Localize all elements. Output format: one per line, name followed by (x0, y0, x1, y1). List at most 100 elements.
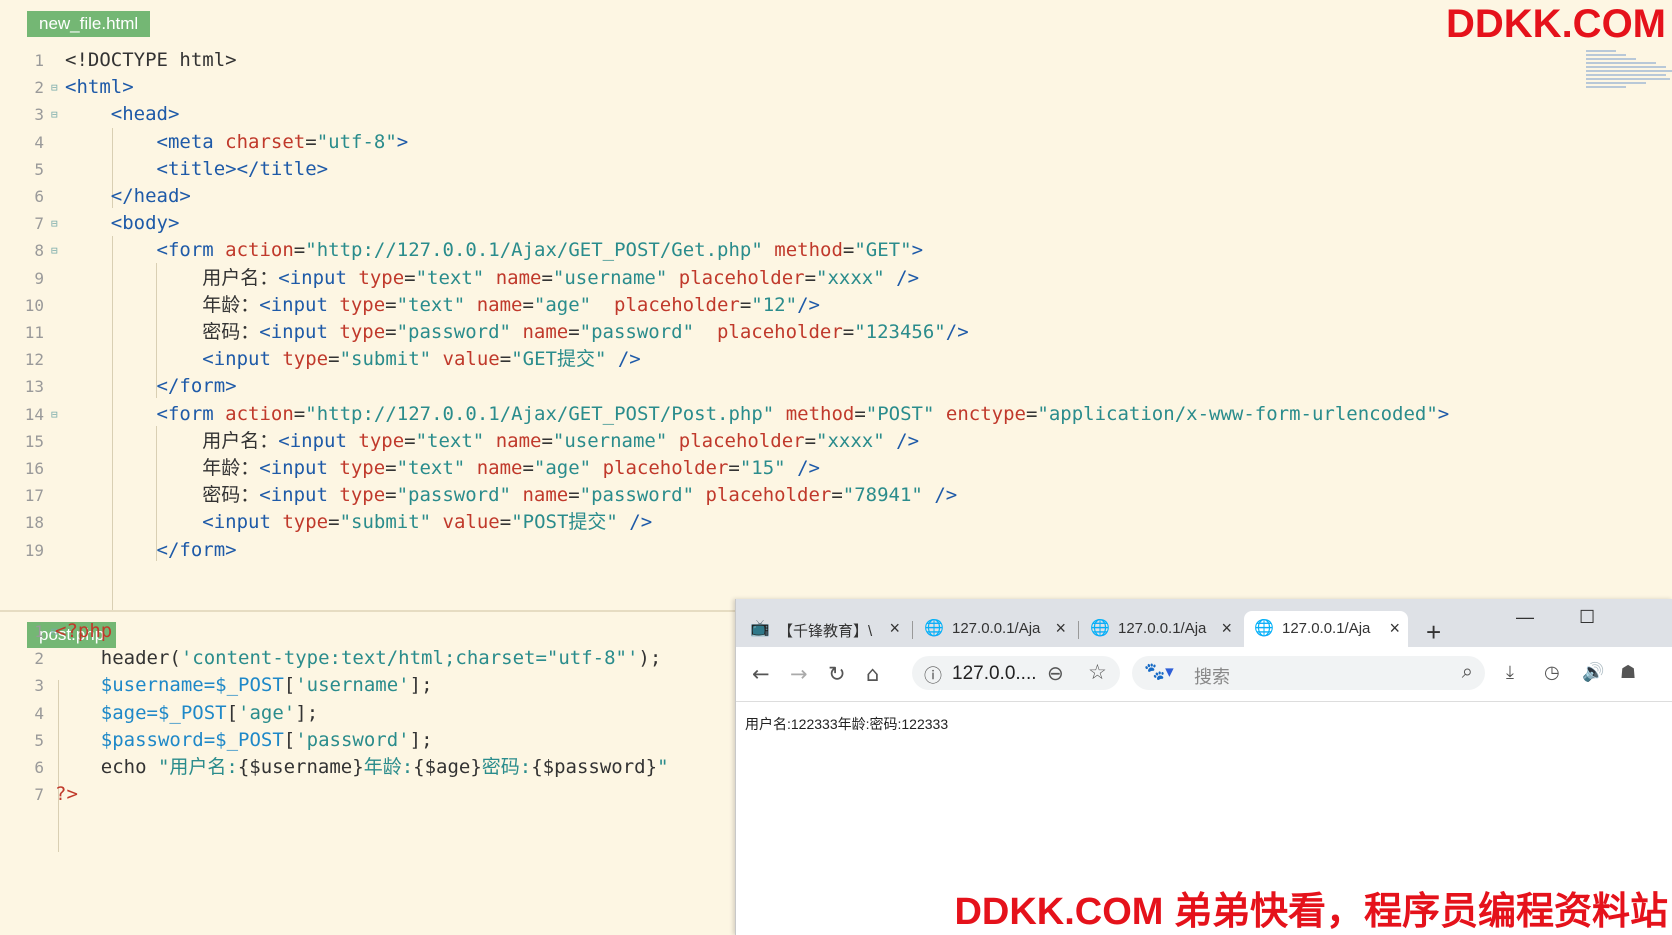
code-token: = (404, 429, 416, 452)
code-line[interactable]: 11 密码：<input type="password" name="passw… (0, 318, 1560, 347)
code-line[interactable]: 14 ⊟ <form action="http://127.0.0.1/Ajax/… (0, 400, 1560, 429)
code-token: "password" (579, 484, 695, 507)
close-tab-icon[interactable]: × (889, 618, 900, 639)
code-line[interactable]: 10 年龄：<input type="text" name="age" plac… (0, 291, 1560, 320)
code-token: placeholder (678, 429, 805, 452)
close-tab-icon[interactable]: × (1389, 618, 1400, 639)
baidu-engine-icon[interactable]: 🐾▾ (1144, 662, 1174, 682)
code-line[interactable]: 18 <input type="submit" value="POST提交" /… (0, 508, 1560, 537)
code-line[interactable]: 12 <input type="submit" value="GET提交" /> (0, 345, 1560, 374)
line-number: 5 (34, 159, 44, 179)
code-token: type (358, 266, 405, 289)
incognito-icon[interactable]: ☗ (1620, 662, 1636, 683)
code-token: ?> (55, 783, 78, 806)
code-line[interactable]: 5 $password=$_POST['password']; (0, 726, 735, 755)
html-editor-pane[interactable]: new_file.html 1 <!DOCTYPE html> 2 ⊟ <html> 3 ⊟… (0, 0, 1672, 610)
code-line[interactable]: 9 用户名：<input type="text" name="username"… (0, 264, 1560, 293)
code-token: name (495, 266, 542, 289)
reload-icon[interactable]: ↻ (828, 662, 846, 686)
fold-toggle-icon[interactable]: ⊟ (51, 100, 58, 129)
code-token: "123456" (854, 321, 946, 343)
code-token: 'password' (295, 728, 410, 751)
line-number: 19 (24, 540, 44, 560)
code-line[interactable]: 17 密码：<input type="password" name="passw… (0, 481, 1560, 510)
code-token: placeholder (614, 293, 740, 316)
code-line[interactable]: 16 年龄：<input type="text" name="age" plac… (0, 454, 1560, 483)
history-icon[interactable]: ◷ (1544, 662, 1560, 683)
code-line[interactable]: 13 </form> (0, 372, 1560, 401)
code-line[interactable]: 8 ⊟ <form action="http://127.0.0.1/Ajax/G… (0, 236, 1560, 265)
minimize-button[interactable]: — (1516, 607, 1534, 628)
code-token: <title></title> (156, 157, 329, 180)
search-icon[interactable]: ⌕ (1462, 661, 1473, 684)
code-line[interactable]: 15 用户名：<input type="text" name="username… (0, 427, 1560, 456)
browser-tab-0[interactable]: 📺 【千锋教育】\ × (740, 611, 908, 647)
download-icon[interactable]: ⤓ (1506, 662, 1514, 683)
browser-tab-label: 127.0.0.1/Aja (952, 620, 1041, 637)
tab-separator (912, 621, 913, 639)
fold-toggle-icon[interactable]: ⊟ (51, 209, 58, 238)
code-token: "POST提交" (511, 511, 618, 534)
sound-icon[interactable]: 🔊 (1582, 662, 1604, 683)
code-token: {$username} (237, 756, 364, 778)
browser-tab-2[interactable]: 🌐 127.0.0.1/Aja × (1080, 611, 1240, 647)
home-icon[interactable]: ⌂ (866, 662, 879, 686)
fold-toggle-icon[interactable]: ⊟ (51, 73, 58, 102)
info-icon[interactable]: ⓘ (924, 662, 942, 688)
code-token: <input (202, 511, 283, 534)
code-line[interactable]: 5 <title></title> (0, 155, 1560, 184)
maximize-button[interactable]: ☐ (1579, 607, 1595, 628)
address-bar[interactable]: ⓘ 127.0.0.... ⊖ ☆ (912, 656, 1120, 690)
fold-toggle-icon[interactable]: ⊟ (51, 236, 58, 265)
code-line[interactable]: 6 </head> (0, 182, 1560, 211)
code-token: value (442, 511, 500, 534)
browser-tab-3-active[interactable]: 🌐 127.0.0.1/Aja × (1244, 611, 1408, 647)
code-line[interactable]: 4 $age=$_POST['age']; (0, 699, 735, 728)
code-line[interactable]: 7 ⊟ <body> (0, 209, 1560, 238)
code-line[interactable]: 1 <!DOCTYPE html> (0, 46, 1560, 75)
zoom-icon[interactable]: ⊖ (1047, 661, 1064, 686)
code-line[interactable]: 6 echo "用户名:{$username}年龄:{$age}密码:{$pas… (0, 753, 735, 782)
code-line[interactable]: 1 ⊟ <?php (0, 617, 735, 646)
code-token: "GET提交" (511, 348, 607, 371)
code-token: <!DOCTYPE html> (65, 49, 237, 71)
code-token: enctype (945, 402, 1026, 425)
forward-arrow-icon[interactable]: → (790, 662, 808, 686)
code-line[interactable]: 3 ⊟ <head> (0, 100, 1560, 129)
code-token: " (657, 756, 669, 778)
line-number: 5 (34, 730, 44, 750)
code-line[interactable]: 4 <meta charset="utf-8"> (0, 128, 1560, 157)
code-line[interactable]: 3 $username=$_POST['username']; (0, 671, 735, 700)
code-line[interactable]: 2 header('content-type:text/html;charset… (0, 644, 735, 673)
file-tab-new-file-html[interactable]: new_file.html (27, 11, 151, 37)
close-tab-icon[interactable]: × (1055, 618, 1066, 639)
line-number: 1 (34, 51, 44, 70)
code-token: name (476, 457, 523, 479)
back-arrow-icon[interactable]: ← (752, 662, 770, 686)
code-line[interactable]: 7 ?> (0, 780, 735, 809)
bookmark-star-icon[interactable]: ☆ (1088, 660, 1107, 685)
code-token: "submit" (339, 348, 432, 371)
code-text: </head> (65, 182, 191, 211)
code-token: "78941" (842, 484, 923, 507)
code-minimap[interactable] (1586, 48, 1672, 118)
code-line[interactable]: 19 </form> (0, 536, 1560, 565)
code-text: ?> (55, 780, 78, 809)
new-tab-button[interactable]: + (1426, 617, 1441, 648)
close-tab-icon[interactable]: × (1221, 618, 1232, 639)
code-token: ]; (295, 701, 319, 724)
fold-toggle-icon[interactable]: ⊟ (51, 400, 58, 429)
php-editor-pane[interactable]: post.php 1 ⊟ <?php 2 header('content-type:t… (0, 612, 735, 935)
search-box[interactable]: 🐾▾ 搜索 ⌕ (1132, 656, 1485, 690)
code-token: [ (226, 701, 239, 724)
code-line[interactable]: 2 ⊟ <html> (0, 73, 1560, 102)
browser-tab-1[interactable]: 🌐 127.0.0.1/Aja × (914, 611, 1074, 647)
